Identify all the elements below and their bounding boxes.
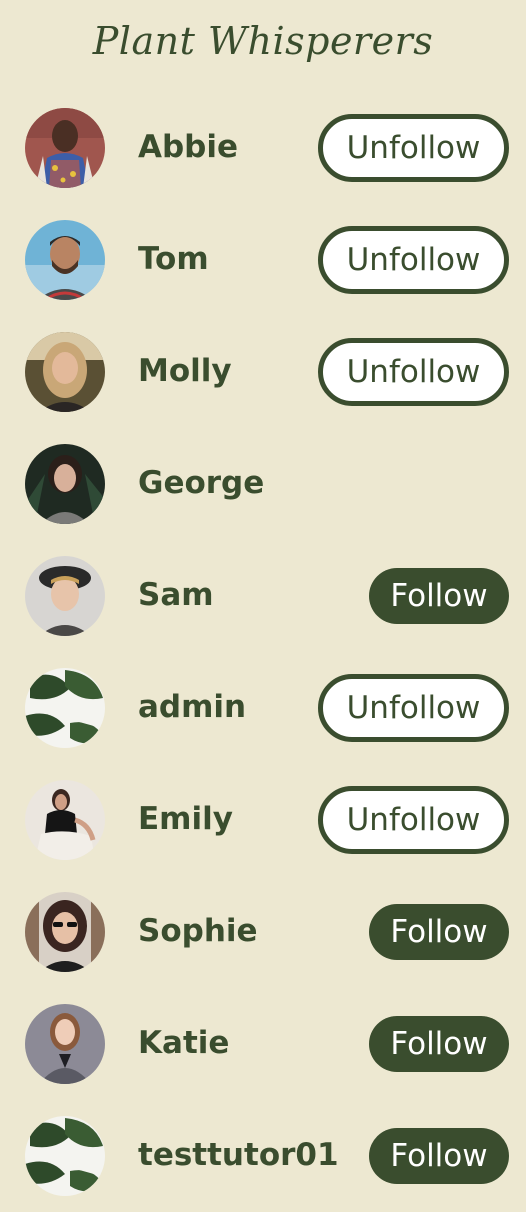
follow-button[interactable]: Follow — [369, 1016, 509, 1072]
user-name[interactable]: Abbie — [138, 92, 238, 204]
avatar[interactable] — [25, 1004, 105, 1084]
unfollow-button[interactable]: Unfollow — [318, 786, 509, 854]
user-row: Molly Unfollow — [0, 316, 526, 428]
user-row: Abbie Unfollow — [0, 92, 526, 204]
user-list: Abbie Unfollow Tom Unfollow Molly Unfoll… — [0, 92, 526, 1212]
unfollow-button[interactable]: Unfollow — [318, 226, 509, 294]
avatar[interactable] — [25, 892, 105, 972]
user-name[interactable]: testtutor01 — [138, 1100, 339, 1212]
avatar[interactable] — [25, 556, 105, 636]
user-row: George — [0, 428, 526, 540]
user-row: Tom Unfollow — [0, 204, 526, 316]
avatar[interactable] — [25, 108, 105, 188]
user-name[interactable]: Molly — [138, 316, 232, 428]
avatar[interactable] — [25, 1116, 105, 1196]
unfollow-button[interactable]: Unfollow — [318, 674, 509, 742]
user-row: admin Unfollow — [0, 652, 526, 764]
follow-button[interactable]: Follow — [369, 568, 509, 624]
user-row: Emily Unfollow — [0, 764, 526, 876]
user-name[interactable]: admin — [138, 652, 246, 764]
avatar[interactable] — [25, 332, 105, 412]
user-name[interactable]: Emily — [138, 764, 233, 876]
user-name[interactable]: Sam — [138, 540, 214, 652]
user-name[interactable]: Katie — [138, 988, 229, 1100]
user-row: Katie Follow — [0, 988, 526, 1100]
avatar[interactable] — [25, 780, 105, 860]
user-row: Sophie Follow — [0, 876, 526, 988]
user-name[interactable]: Sophie — [138, 876, 258, 988]
avatar[interactable] — [25, 220, 105, 300]
unfollow-button[interactable]: Unfollow — [318, 338, 509, 406]
follow-button[interactable]: Follow — [369, 904, 509, 960]
unfollow-button[interactable]: Unfollow — [318, 114, 509, 182]
avatar[interactable] — [25, 668, 105, 748]
follow-button[interactable]: Follow — [369, 1128, 509, 1184]
user-row: Sam Follow — [0, 540, 526, 652]
avatar[interactable] — [25, 444, 105, 524]
user-row: testtutor01 Follow — [0, 1100, 526, 1212]
user-name[interactable]: Tom — [138, 204, 209, 316]
page-title: Plant Whisperers — [92, 19, 434, 63]
user-name[interactable]: George — [138, 428, 264, 540]
